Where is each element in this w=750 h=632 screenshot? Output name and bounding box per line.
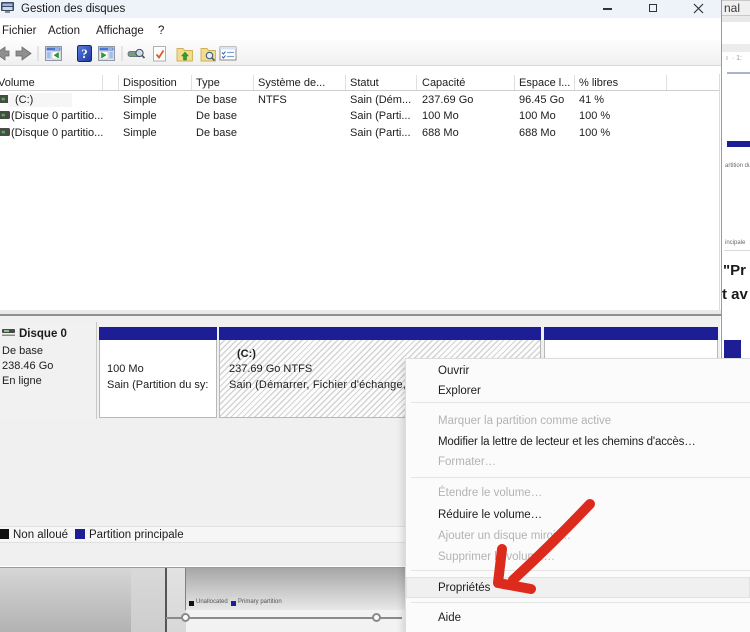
svg-text:?: ? bbox=[81, 46, 88, 61]
